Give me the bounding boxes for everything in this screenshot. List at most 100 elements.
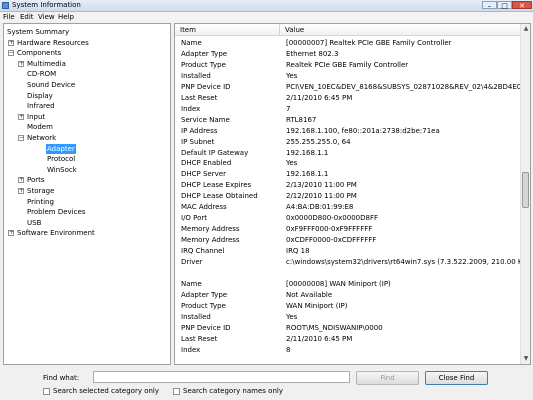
table-row[interactable]: PNP Device ID ROOT\MS_NDISWANIP\0000 <box>175 323 520 334</box>
cell-value: [00000007] Realtek PCIe GBE Family Contr… <box>286 39 452 47</box>
find-bar: Find what: Find Close Find Search select… <box>0 366 533 400</box>
table-row[interactable]: Product Type Realtek PCIe GBE Family Cont… <box>175 60 520 71</box>
table-row[interactable]: Default IP Gateway 192.168.1.1 <box>175 148 520 159</box>
cell-item: Service Name <box>181 115 230 124</box>
table-row[interactable]: DHCP Enabled Yes <box>175 158 520 169</box>
cell-value: [00000008] WAN Miniport (IP) <box>286 279 391 288</box>
table-row[interactable]: Memory Address 0xF9FFF000-0xF9FFFFFF <box>175 224 520 235</box>
tree-item-label: Modem <box>27 123 53 132</box>
table-row[interactable]: Last Reset 2/11/2010 6:45 PM <box>175 334 520 345</box>
scroll-up-icon[interactable]: ▲ <box>522 25 530 33</box>
table-row[interactable]: IP Address 192.168.1.100, fe80::201a:2738… <box>175 126 520 137</box>
cell-value: Yes <box>286 159 298 168</box>
column-header-value[interactable]: Value <box>280 24 520 36</box>
cell-value: 192.168.1.100, fe80::201a:2738:d2be:71ea <box>286 126 440 135</box>
menu-edit[interactable]: Edit <box>20 13 34 21</box>
table-row[interactable]: Installed Yes <box>175 71 520 82</box>
cell-value: Ethernet 802.3 <box>286 49 339 58</box>
menu-help[interactable]: Help <box>58 13 74 21</box>
table-row[interactable]: I/O Port 0x0000D800-0x0000D8FF <box>175 213 520 224</box>
cell-item: Installed <box>181 312 211 321</box>
table-row[interactable]: MAC Address A4:BA:DB:01:99:E8 <box>175 202 520 213</box>
tree-item-label: Infrared <box>27 102 55 111</box>
scroll-thumb[interactable] <box>522 172 529 208</box>
table-row[interactable]: IP Subnet 255.255.255.0, 64 <box>175 137 520 148</box>
cell-value: Realtek PCIe GBE Family Controller <box>286 60 409 69</box>
cell-item: IP Subnet <box>181 137 215 146</box>
table-row[interactable]: Installed Yes <box>175 312 520 323</box>
maximize-button[interactable]: □ <box>497 1 512 10</box>
table-row[interactable]: Adapter Type Ethernet 802.3 <box>175 49 520 60</box>
cell-item: Name <box>181 279 202 288</box>
table-row[interactable]: Last Reset 2/11/2010 6:45 PM <box>175 93 520 104</box>
cell-value: Yes <box>286 71 298 80</box>
cell-item: Index <box>181 345 201 354</box>
cell-value: PCI\VEN_10EC&DEV_8168&SUBSYS_02871028&RE… <box>286 82 520 91</box>
table-row[interactable]: Name [00000007] Realtek PCIe GBE Family C… <box>175 38 520 49</box>
cell-value: 2/12/2010 11:00 PM <box>286 192 357 201</box>
close-find-button[interactable]: Close Find <box>425 371 488 385</box>
table-row[interactable]: PNP Device ID PCI\VEN_10EC&DEV_8168&SUBSY… <box>175 82 520 93</box>
find-label: Find what: <box>43 374 80 382</box>
cell-item: DHCP Lease Obtained <box>181 192 258 201</box>
expand-icon[interactable]: + <box>18 113 24 120</box>
table-row[interactable]: Name [00000008] WAN Miniport (IP) <box>175 279 520 290</box>
cell-value: 2/11/2010 6:45 PM <box>286 93 353 102</box>
table-row[interactable] <box>175 268 520 279</box>
table-row[interactable]: Driver c:\windows\system32\drivers\rt64wi… <box>175 257 520 268</box>
vertical-scrollbar[interactable]: ▲ ▼ <box>520 24 530 364</box>
tree-item-label: CD-ROM <box>27 70 57 79</box>
tree-item-label: Components <box>17 49 62 58</box>
app-icon <box>2 2 9 9</box>
close-button[interactable]: ✕ <box>512 1 532 10</box>
find-input[interactable] <box>93 371 350 383</box>
table-row[interactable]: DHCP Lease Obtained 2/12/2010 11:00 PM <box>175 191 520 202</box>
cell-item: Adapter Type <box>181 290 228 299</box>
cell-value: ROOT\MS_NDISWANIP\0000 <box>286 323 383 332</box>
expand-icon[interactable]: + <box>18 188 24 194</box>
collapse-icon[interactable]: − <box>8 50 14 57</box>
cell-item: IRQ Channel <box>181 247 225 256</box>
search-selected-category-checkbox[interactable] <box>43 388 50 395</box>
table-row[interactable]: DHCP Lease Expires 2/13/2010 11:00 PM <box>175 180 520 191</box>
table-row[interactable]: DHCP Server 192.168.1.1 <box>175 169 520 180</box>
cell-item: PNP Device ID <box>181 323 231 332</box>
tree-item-label: USB <box>27 218 42 227</box>
tree-item-label: Display <box>27 91 53 100</box>
cell-item: Installed <box>181 71 211 80</box>
tree-item-label: Input <box>27 112 46 121</box>
tree-item-label: Problem Devices <box>27 208 86 217</box>
title-bar: System Information – □ ✕ <box>0 0 533 12</box>
cell-item: Default IP Gateway <box>181 148 249 157</box>
cell-item: Product Type <box>181 301 226 310</box>
cell-value: 8 <box>286 345 291 354</box>
search-category-names-checkbox[interactable] <box>173 388 180 395</box>
column-header-item[interactable]: Item <box>175 24 280 36</box>
table-row[interactable]: Index 8 <box>175 345 520 356</box>
table-row[interactable]: Adapter Type Not Available <box>175 290 520 301</box>
expand-icon[interactable]: + <box>18 60 24 67</box>
minimize-button[interactable]: – <box>482 1 497 10</box>
collapse-icon[interactable]: − <box>18 135 24 141</box>
cell-value: 0xCDFF0000-0xCDFFFFFF <box>286 236 377 245</box>
table-row[interactable]: Service Name RTL8167 <box>175 115 520 126</box>
tree-item-label: Printing <box>27 197 54 206</box>
category-tree[interactable]: System Summary + Hardware Resources − Compon… <box>3 23 171 365</box>
expand-icon[interactable]: + <box>8 230 14 237</box>
tree-item-label: Software Environment <box>17 229 95 238</box>
tree-item-label: Sound Device <box>27 81 76 89</box>
scroll-down-icon[interactable]: ▼ <box>522 355 530 363</box>
find-button[interactable]: Find <box>356 371 419 385</box>
table-row[interactable]: Memory Address 0xCDFF0000-0xCDFFFFFF <box>175 235 520 246</box>
table-row[interactable]: Product Type WAN Miniport (IP) <box>175 301 520 312</box>
table-row[interactable]: IRQ Channel IRQ 18 <box>175 246 520 257</box>
menu-view[interactable]: View <box>38 13 55 21</box>
search-selected-category-label: Search selected category only <box>53 387 160 395</box>
expand-icon[interactable]: + <box>18 177 24 184</box>
cell-value: 2/11/2010 6:45 PM <box>286 334 353 343</box>
cell-item: Adapter Type <box>181 49 228 58</box>
table-row[interactable]: Index 7 <box>175 104 520 115</box>
expand-icon[interactable]: + <box>8 39 14 46</box>
menu-file[interactable]: File <box>3 13 15 21</box>
details-list[interactable]: Item Value Name [00000007] Realtek PCIe G… <box>174 23 531 365</box>
